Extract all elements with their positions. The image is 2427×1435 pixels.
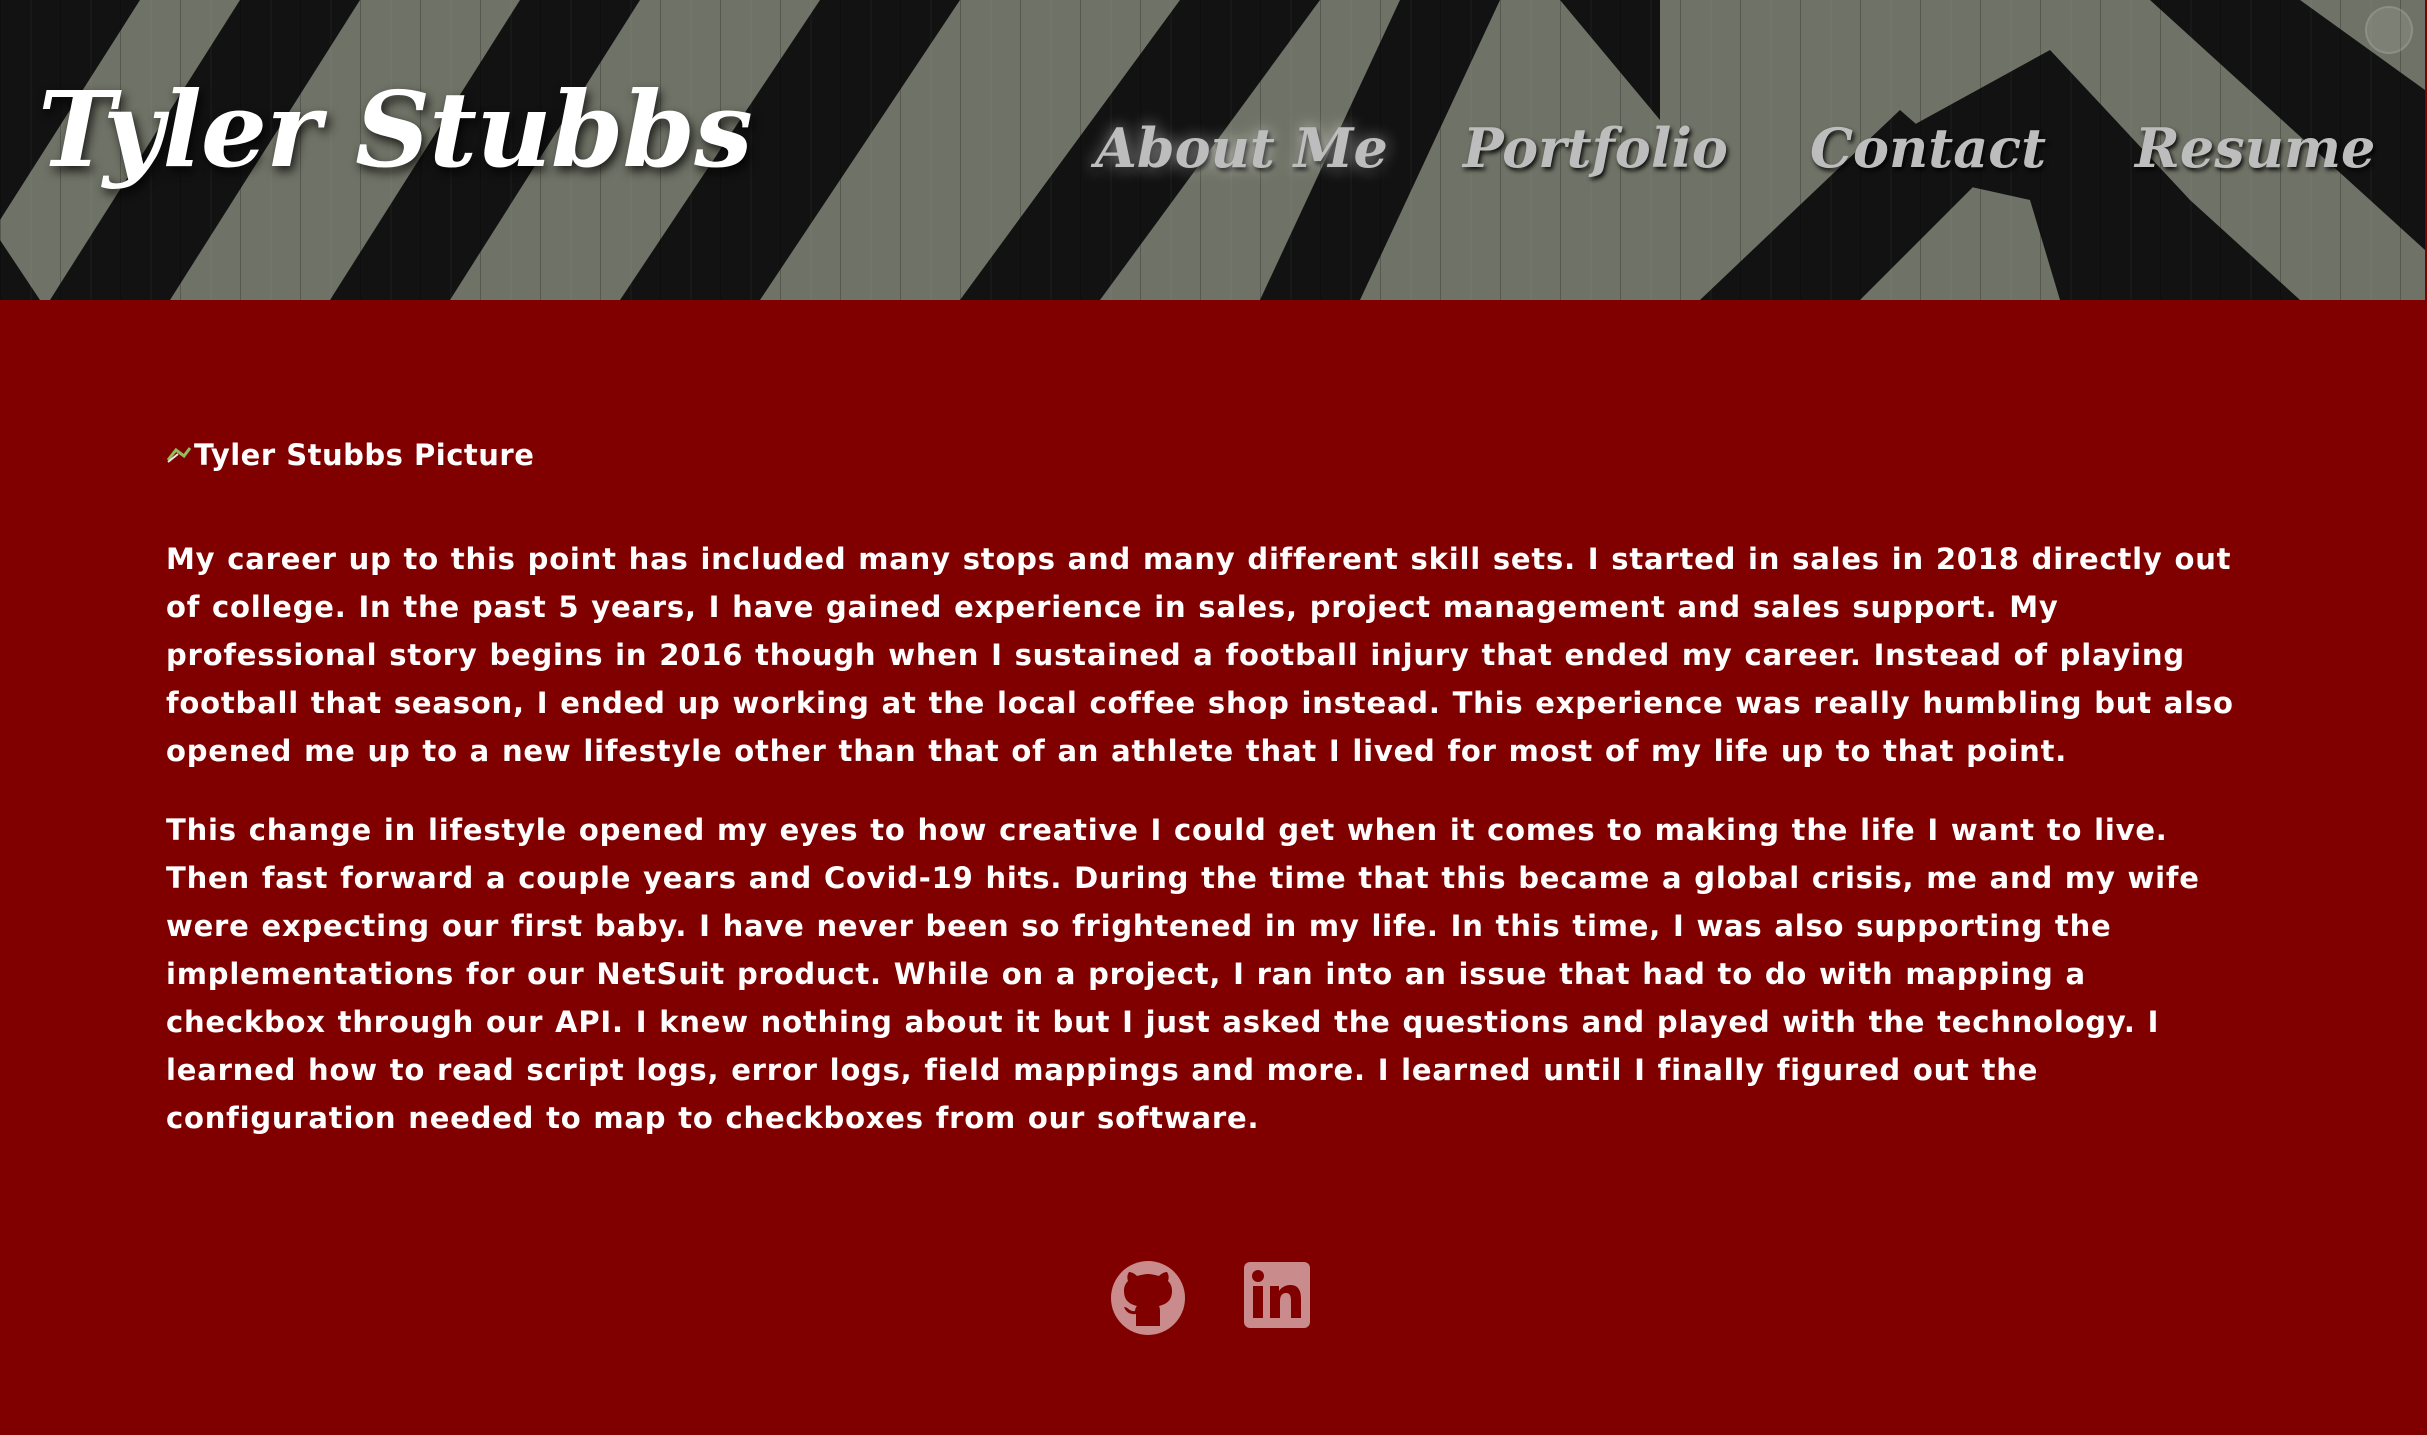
profile-picture: Tyler Stubbs Picture bbox=[166, 435, 2256, 475]
github-icon bbox=[1111, 1261, 1185, 1335]
nav-contact[interactable]: Contact bbox=[1810, 108, 2046, 188]
about-section: Tyler Stubbs Picture My career up to thi… bbox=[166, 435, 2256, 1173]
social-links bbox=[0, 1260, 2425, 1340]
site-header: Tyler Stubbs About Me Portfolio Contact … bbox=[0, 0, 2425, 300]
profile-picture-alt-text: Tyler Stubbs Picture bbox=[194, 438, 535, 472]
linkedin-link[interactable] bbox=[1242, 1260, 1312, 1334]
corner-settings-button[interactable] bbox=[2365, 6, 2413, 54]
bio-paragraph-2: This change in lifestyle opened my eyes … bbox=[166, 813, 2200, 1135]
github-link[interactable] bbox=[1110, 1260, 1186, 1340]
nav-portfolio[interactable]: Portfolio bbox=[1463, 108, 1728, 188]
main-nav: About Me Portfolio Contact Resume bbox=[0, 108, 2425, 188]
broken-image-icon bbox=[166, 447, 192, 463]
bio-text: My career up to this point has included … bbox=[166, 535, 2256, 1142]
linkedin-icon bbox=[1244, 1262, 1310, 1328]
nav-about-me[interactable]: About Me bbox=[1095, 108, 1388, 188]
nav-resume[interactable]: Resume bbox=[2135, 108, 2375, 188]
bio-paragraph-1: My career up to this point has included … bbox=[166, 542, 2234, 768]
